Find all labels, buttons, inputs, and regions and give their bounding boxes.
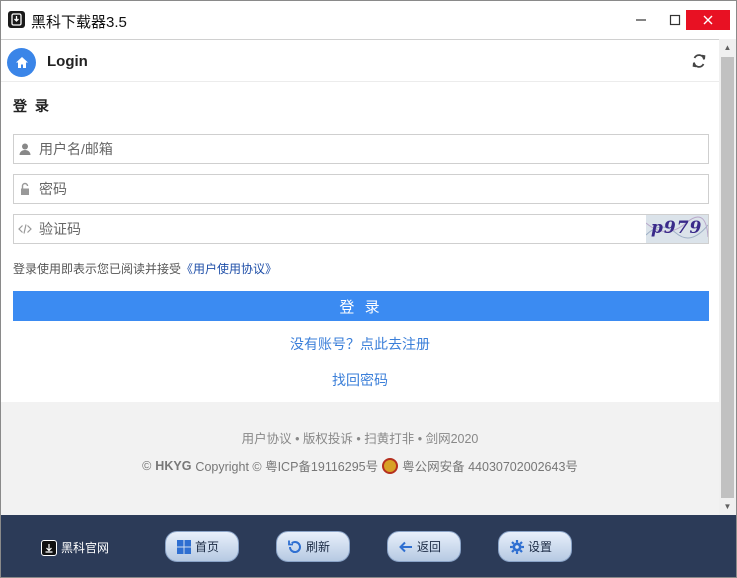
- scroll-down-arrow[interactable]: ▼: [719, 498, 736, 515]
- home-icon: [15, 57, 28, 68]
- captcha-image[interactable]: p979: [646, 215, 708, 243]
- user-icon: [19, 143, 31, 155]
- username-field[interactable]: [13, 134, 709, 164]
- official-site-label: 黑科官网: [61, 541, 110, 555]
- police-record-text: 粤公网安备 44030702002643号: [402, 460, 578, 474]
- windows-icon: [177, 539, 191, 554]
- agreement-text: 登录使用即表示您已阅读并接受《用户使用协议》: [13, 260, 277, 277]
- content-area: Login 登 录 p979: [1, 39, 719, 516]
- footer-links: 用户协议 • 版权投诉 • 扫黄打非 • 剑网2020: [241, 432, 479, 446]
- icp-text: Copyright © 粤ICP备19116295号: [195, 460, 379, 474]
- login-button[interactable]: 登 录: [13, 291, 709, 321]
- copyright-symbol: ©: [142, 458, 152, 473]
- scroll-thumb[interactable]: [721, 57, 734, 498]
- lock-icon: [21, 182, 29, 195]
- brand-name: HKYG: [155, 458, 192, 473]
- bottom-toolbar: 黑科官网 首页 刷新 返回 设置: [1, 515, 736, 577]
- back-label: 返回: [417, 540, 442, 554]
- settings-label: 设置: [528, 540, 553, 554]
- captcha-input[interactable]: [39, 215, 639, 243]
- refresh-toolbar-button[interactable]: 刷新: [276, 531, 350, 562]
- footer-copyright: © HKYG Copyright © 粤ICP备19116295号 粤公网安备 …: [1, 456, 719, 475]
- password-input[interactable]: [39, 175, 639, 203]
- scroll-up-arrow[interactable]: ▲: [719, 39, 736, 56]
- close-icon: [703, 15, 713, 25]
- captcha-field[interactable]: p979: [13, 214, 709, 244]
- settings-toolbar-button[interactable]: 设置: [498, 531, 572, 562]
- reload-icon: [288, 540, 301, 553]
- username-input[interactable]: [39, 135, 639, 163]
- home-label: 首页: [195, 540, 220, 554]
- refresh-label: 刷新: [306, 540, 331, 554]
- login-section-title: 登 录: [13, 98, 51, 114]
- password-field[interactable]: [13, 174, 709, 204]
- title-bar: 黑科下载器3.5: [1, 1, 736, 39]
- gear-icon: [510, 539, 524, 554]
- back-toolbar-button[interactable]: 返回: [387, 531, 461, 562]
- captcha-text: p979: [651, 218, 703, 238]
- back-arrow-icon: [399, 541, 412, 552]
- app-icon: [8, 11, 25, 28]
- home-button[interactable]: [7, 48, 36, 77]
- close-button[interactable]: [686, 10, 730, 30]
- official-site-link[interactable]: 黑科官网: [41, 539, 109, 556]
- register-link[interactable]: 没有账号？点此去注册: [1, 334, 719, 354]
- app-window: 黑科下载器3.5 Login 登 录 用户名/邮箱 验证码 p979 登录使用即…: [0, 0, 737, 578]
- agreement-link[interactable]: 《用户使用协议》: [181, 262, 277, 276]
- vertical-scrollbar[interactable]: ▲ ▼: [719, 39, 736, 515]
- page-title: Login: [47, 53, 88, 70]
- home-toolbar-button[interactable]: 首页: [165, 531, 239, 562]
- page-footer: 用户协议 • 版权投诉 • 扫黄打非 • 剑网2020 © HKYG Copyr…: [1, 402, 719, 516]
- police-badge-icon: [382, 457, 399, 474]
- download-icon: [41, 539, 57, 556]
- find-password-link[interactable]: 找回密码: [1, 370, 719, 390]
- page-header: Login: [1, 40, 719, 82]
- refresh-icon[interactable]: [691, 53, 707, 69]
- code-icon: [18, 224, 32, 234]
- agreement-prefix: 登录使用即表示您已阅读并接受: [13, 262, 182, 276]
- window-title: 黑科下载器3.5: [31, 14, 127, 31]
